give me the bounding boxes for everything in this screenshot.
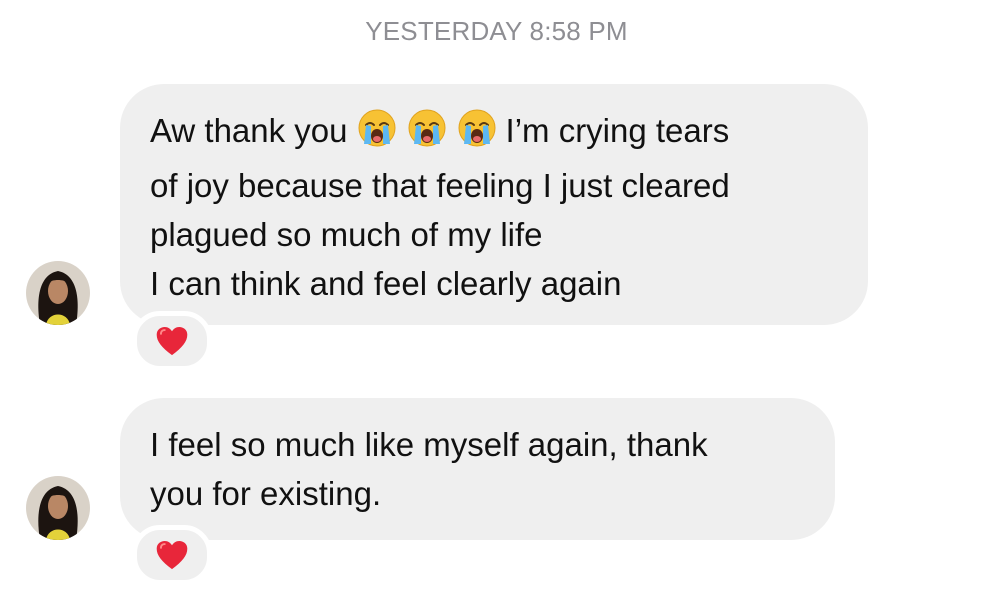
reaction-badge[interactable] [132,525,212,585]
message-line: you for existing. [150,475,382,512]
sender-avatar[interactable] [26,476,90,540]
red-heart-icon [155,326,189,357]
message-line: plagued so much of my life [150,216,543,253]
red-heart-icon [155,540,189,571]
message-line: Aw thank you I’m crying tears [150,106,838,161]
message-line: I can think and feel clearly again [150,265,622,302]
loudly-crying-face-icon [407,108,447,148]
message-bubble[interactable]: Aw thank you I’m crying tears of joy beca… [120,84,868,325]
message-bubble[interactable]: I feel so much like myself again, thank … [120,398,835,540]
message-line: I feel so much like myself again, thank [150,426,708,463]
message-line: of joy because that feeling I just clear… [150,167,730,204]
chat-thread: YESTERDAY 8:58 PM Aw thank you I’m crying… [0,0,993,603]
sender-avatar[interactable] [26,261,90,325]
message-text: Aw thank you [150,112,348,149]
loudly-crying-face-icon [357,108,397,148]
message-text: I’m crying tears [505,112,730,149]
loudly-crying-face-icon [457,108,497,148]
emoji-group [352,108,502,161]
reaction-badge[interactable] [132,311,212,371]
message-timestamp: YESTERDAY 8:58 PM [365,16,628,46]
